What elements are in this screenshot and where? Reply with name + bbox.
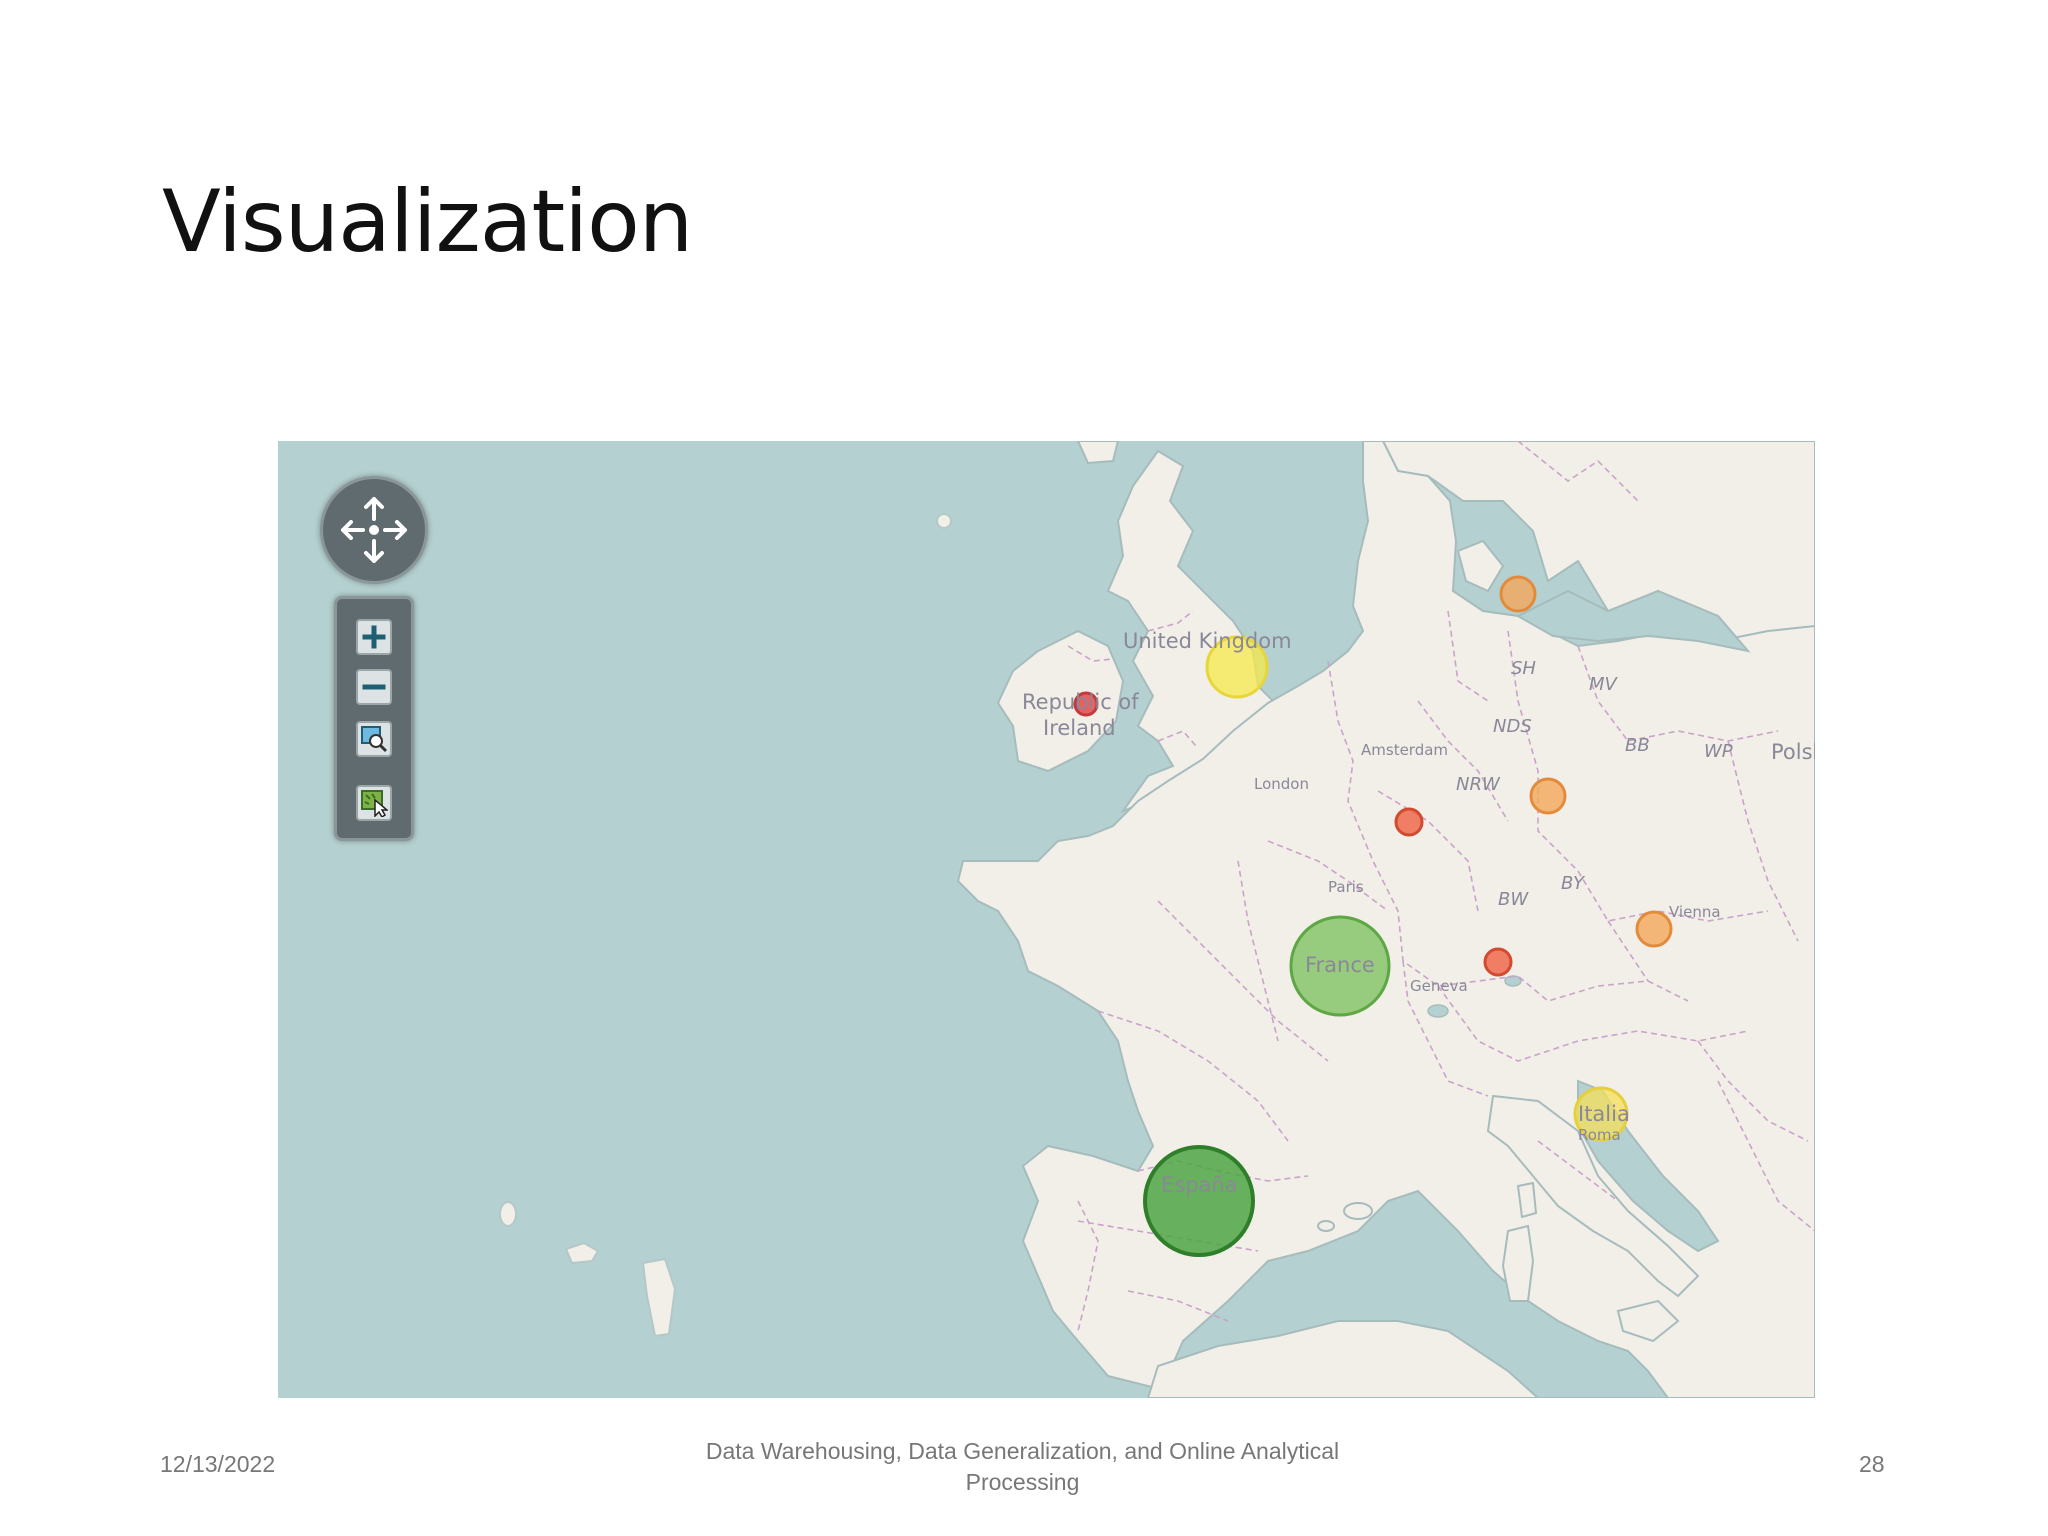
footer-title: Data Warehousing, Data Generalization, a…: [680, 1436, 1365, 1498]
lake-geneva: [1427, 1004, 1449, 1018]
label-bb: BB: [1625, 735, 1650, 756]
island-faroe: [936, 513, 952, 529]
island-azores-west: [499, 1201, 517, 1227]
label-ireland-line2: Ireland: [1043, 716, 1116, 740]
marker-spain[interactable]: [1143, 1145, 1255, 1257]
minus-icon: [362, 684, 386, 690]
label-sh: SH: [1511, 658, 1536, 679]
zoom-box-icon: [361, 726, 388, 753]
map-canvas[interactable]: United Kingdom Republic of Ireland Londo…: [278, 441, 1815, 1398]
label-polska: Polska: [1771, 740, 1815, 764]
label-vienna: Vienna: [1669, 903, 1721, 921]
marker-austria[interactable]: [1635, 910, 1673, 948]
label-ireland-line1: Republic of: [1022, 690, 1139, 714]
label-amsterdam: Amsterdam: [1361, 741, 1448, 759]
footer-date: 12/13/2022: [160, 1451, 276, 1477]
select-feature-button[interactable]: [356, 785, 392, 821]
marker-germany[interactable]: [1529, 777, 1567, 815]
land-corsica: [1516, 1181, 1538, 1219]
zoom-box-button[interactable]: [356, 721, 392, 757]
zoom-in-button[interactable]: [356, 619, 392, 655]
land-ibiza: [1317, 1220, 1335, 1232]
label-wp: WP: [1704, 741, 1733, 762]
label-bw: BW: [1498, 889, 1529, 910]
pan-control[interactable]: [320, 476, 428, 584]
label-london: London: [1254, 775, 1309, 793]
label-mv: MV: [1589, 674, 1619, 695]
label-espana: España: [1161, 1173, 1238, 1197]
marker-switzerland[interactable]: [1483, 947, 1513, 977]
pan-arrows-icon[interactable]: [323, 479, 425, 581]
label-paris: Paris: [1328, 878, 1364, 896]
label-nrw: NRW: [1456, 774, 1501, 795]
slide-title: Visualization: [162, 172, 693, 272]
footer-page-number: 28: [1859, 1451, 1885, 1477]
plus-icon: [362, 625, 386, 649]
marker-denmark[interactable]: [1499, 575, 1537, 613]
zoom-out-button[interactable]: [356, 669, 392, 705]
label-united-kingdom: United Kingdom: [1123, 629, 1292, 653]
footer-title-line1: Data Warehousing, Data Generalization, a…: [705, 1438, 1340, 1464]
zoom-toolbar: [334, 596, 414, 841]
label-geneva: Geneva: [1410, 977, 1468, 995]
land-sardinia: [1501, 1224, 1535, 1302]
label-by: BY: [1561, 873, 1586, 894]
label-france: France: [1305, 953, 1375, 977]
label-rome: Roma: [1578, 1126, 1621, 1144]
land-mallorca: [1343, 1202, 1373, 1220]
footer-title-line2: Processing: [965, 1469, 1080, 1495]
label-nds: NDS: [1493, 716, 1532, 737]
select-feature-icon: [361, 790, 388, 817]
label-italia: Italia: [1578, 1102, 1630, 1126]
marker-belgium[interactable]: [1394, 807, 1424, 837]
map-viewport[interactable]: United Kingdom Republic of Ireland Londo…: [278, 441, 1815, 1398]
